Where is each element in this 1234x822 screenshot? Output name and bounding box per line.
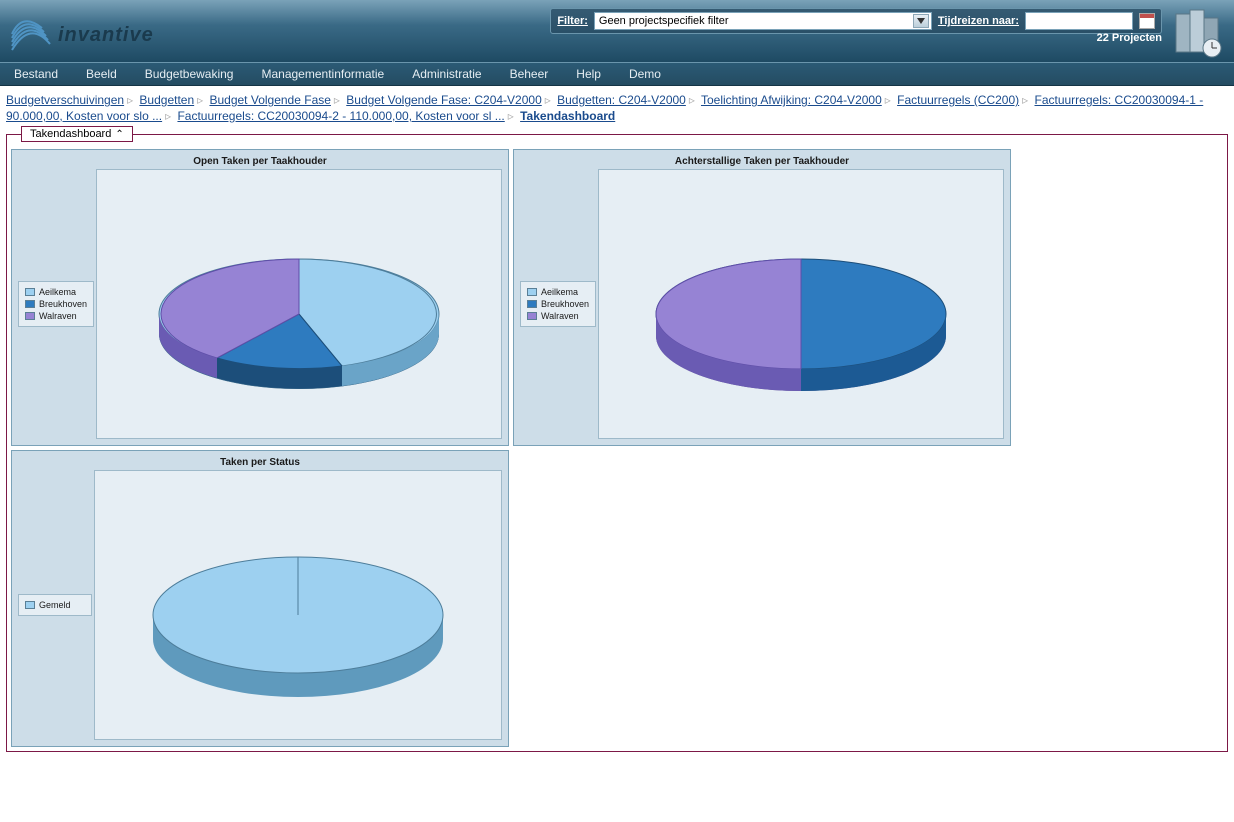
legend-item: Aeilkema xyxy=(25,286,87,298)
menu-help[interactable]: Help xyxy=(576,67,601,81)
chart-open-taken: Open Taken per Taakhouder Aeilkema Breuk… xyxy=(11,149,509,446)
bc-budgetten[interactable]: Budgetten xyxy=(139,93,194,107)
legend-item: Walraven xyxy=(25,310,87,322)
header-controls: Filter: Geen projectspecifiek filter Tij… xyxy=(550,4,1228,58)
menu-beheer[interactable]: Beheer xyxy=(510,67,549,81)
calendar-icon[interactable] xyxy=(1139,13,1155,29)
bc-budgetverschuivingen[interactable]: Budgetverschuivingen xyxy=(6,93,124,107)
projects-count: 22 Projecten xyxy=(1097,32,1162,44)
legend-item: Aeilkema xyxy=(527,286,589,298)
menu-demo[interactable]: Demo xyxy=(629,67,661,81)
chart-grid: Open Taken per Taakhouder Aeilkema Breuk… xyxy=(11,149,1223,747)
takendashboard-panel: Takendashboard ⌃ Open Taken per Taakhoud… xyxy=(6,134,1228,752)
menubar: Bestand Beeld Budgetbewaking Managementi… xyxy=(0,62,1234,86)
collapse-up-icon[interactable]: ⌃ xyxy=(115,129,123,140)
filter-value: Geen projectspecifiek filter xyxy=(599,15,729,27)
logo: invantive xyxy=(0,6,154,56)
bc-budget-volgende-fase[interactable]: Budget Volgende Fase xyxy=(209,93,330,107)
bc-factuurregels-cc200[interactable]: Factuurregels (CC200) xyxy=(897,93,1019,107)
legend-item: Breukhoven xyxy=(25,298,87,310)
pie-plot xyxy=(94,470,502,740)
breadcrumb: Budgetverschuivingen▹ Budgetten▹ Budget … xyxy=(0,86,1234,130)
legend-item: Breukhoven xyxy=(527,298,589,310)
legend-item: Walraven xyxy=(527,310,589,322)
invantive-logo-icon xyxy=(10,14,52,56)
filter-label: Filter: xyxy=(557,15,588,27)
menu-bestand[interactable]: Bestand xyxy=(14,67,58,81)
legend: Aeilkema Breukhoven Walraven xyxy=(18,281,94,327)
panel-tab[interactable]: Takendashboard ⌃ xyxy=(21,126,133,142)
legend-item: Gemeld xyxy=(25,599,85,611)
menu-beeld[interactable]: Beeld xyxy=(86,67,117,81)
chevron-right-icon: ▹ xyxy=(124,92,136,108)
chart-achterstallige-taken: Achterstallige Taken per Taakhouder Aeil… xyxy=(513,149,1011,446)
buildings-clock-icon xyxy=(1168,4,1228,58)
filter-bar: Filter: Geen projectspecifiek filter Tij… xyxy=(550,8,1162,34)
bc-toelichting[interactable]: Toelichting Afwijking: C204-V2000 xyxy=(701,93,882,107)
pie-plot xyxy=(96,169,502,439)
brand-name: invantive xyxy=(58,24,154,47)
chevron-right-icon: ▹ xyxy=(505,108,517,124)
chevron-right-icon: ▹ xyxy=(542,92,554,108)
chevron-right-icon: ▹ xyxy=(331,92,343,108)
dropdown-icon[interactable] xyxy=(913,14,929,28)
bc-budgetten-c204[interactable]: Budgetten: C204-V2000 xyxy=(557,93,686,107)
chevron-right-icon: ▹ xyxy=(194,92,206,108)
bc-factuurregels-2[interactable]: Factuurregels: CC20030094-2 - 110.000,00… xyxy=(177,109,504,123)
chart-taken-per-status: Taken per Status Gemeld xyxy=(11,450,509,747)
chevron-right-icon: ▹ xyxy=(1019,92,1031,108)
pie-plot xyxy=(598,169,1004,439)
bc-bvf-c204[interactable]: Budget Volgende Fase: C204-V2000 xyxy=(346,93,541,107)
tijdreizen-input[interactable] xyxy=(1025,12,1133,30)
chevron-right-icon: ▹ xyxy=(162,108,174,124)
legend: Gemeld xyxy=(18,594,92,616)
chart-title: Achterstallige Taken per Taakhouder xyxy=(514,150,1010,169)
chart-title: Open Taken per Taakhouder xyxy=(12,150,508,169)
panel-title: Takendashboard xyxy=(30,128,111,140)
menu-managementinformatie[interactable]: Managementinformatie xyxy=(261,67,384,81)
chevron-right-icon: ▹ xyxy=(882,92,894,108)
bc-current: Takendashboard xyxy=(520,109,615,123)
app-header: invantive Filter: Geen projectspecifiek … xyxy=(0,0,1234,62)
chart-title: Taken per Status xyxy=(12,451,508,470)
legend: Aeilkema Breukhoven Walraven xyxy=(520,281,596,327)
tijdreizen-label: Tijdreizen naar: xyxy=(938,15,1019,27)
filter-select[interactable]: Geen projectspecifiek filter xyxy=(594,12,932,30)
menu-budgetbewaking[interactable]: Budgetbewaking xyxy=(145,67,234,81)
chevron-right-icon: ▹ xyxy=(686,92,698,108)
menu-administratie[interactable]: Administratie xyxy=(412,67,481,81)
